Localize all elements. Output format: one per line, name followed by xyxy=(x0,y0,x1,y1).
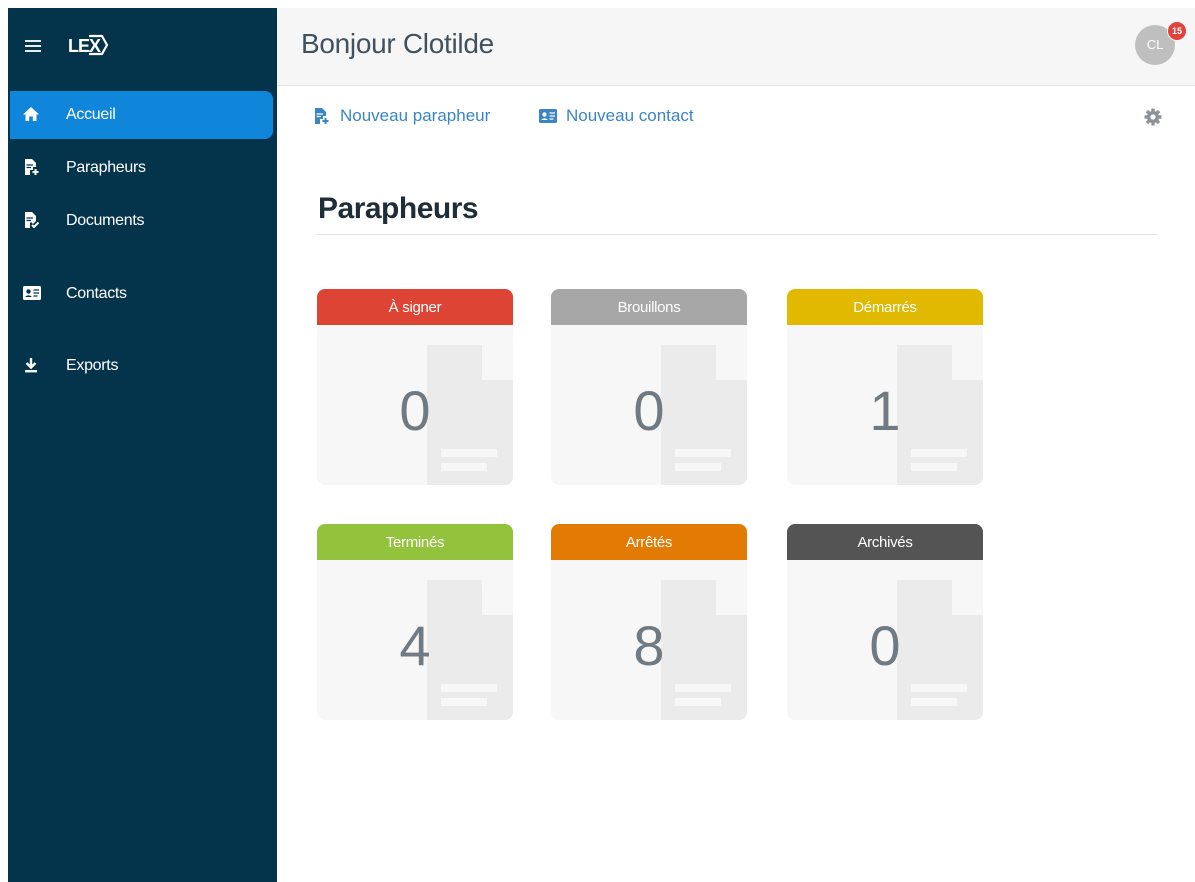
contact-card-icon xyxy=(23,286,41,300)
sidebar-item-label: Documents xyxy=(66,212,145,229)
sidebar-item-label: Exports xyxy=(66,357,119,374)
section-divider xyxy=(317,234,1157,235)
home-icon xyxy=(23,107,39,121)
app-page: LEX Accueil Parapheurs Documents Contact… xyxy=(0,0,1195,882)
card-header: Terminés xyxy=(317,524,513,560)
card-count: 0 xyxy=(869,614,901,677)
card-header: Démarrés xyxy=(787,289,983,325)
lex-logo[interactable]: LEX xyxy=(66,31,126,61)
settings-gear-icon[interactable] xyxy=(1143,107,1163,127)
file-add-icon xyxy=(315,108,329,124)
status-card-archives[interactable]: Archivés 0 xyxy=(787,524,983,720)
status-card-termines[interactable]: Terminés 4 xyxy=(317,524,513,720)
file-check-icon xyxy=(25,212,40,229)
status-card-brouillons[interactable]: Brouillons 0 xyxy=(551,289,747,485)
sidebar-item-accueil[interactable]: Accueil xyxy=(10,91,273,139)
greeting-title: Bonjour Clotilde xyxy=(301,28,494,59)
card-count: 4 xyxy=(399,614,431,677)
sidebar-item-exports[interactable]: Exports xyxy=(8,342,274,390)
sidebar-item-parapheurs[interactable]: Parapheurs xyxy=(8,144,274,192)
card-header: Archivés xyxy=(787,524,983,560)
toolbar: Nouveau parapheur Nouveau contact xyxy=(277,86,1195,146)
status-card-arretes[interactable]: Arrêtés 8 xyxy=(551,524,747,720)
status-card-demarres[interactable]: Démarrés 1 xyxy=(787,289,983,485)
notification-badge[interactable]: 15 xyxy=(1167,21,1187,41)
card-count: 8 xyxy=(633,614,665,677)
section-title: Parapheurs xyxy=(318,192,479,225)
sidebar-item-documents[interactable]: Documents xyxy=(8,197,274,245)
sidebar-item-label: Contacts xyxy=(66,285,127,302)
card-count: 1 xyxy=(869,379,901,442)
top-header: Bonjour Clotilde CL 15 xyxy=(277,8,1195,86)
brand-bar: LEX xyxy=(8,8,277,84)
card-count: 0 xyxy=(633,379,665,442)
hamburger-menu-icon[interactable] xyxy=(25,39,41,53)
card-header: Brouillons xyxy=(551,289,747,325)
sidebar-item-label: Accueil xyxy=(66,106,116,123)
status-card-a-signer[interactable]: À signer 0 xyxy=(317,289,513,485)
sidebar: LEX Accueil Parapheurs Documents Contact… xyxy=(8,8,277,882)
card-header: Arrêtés xyxy=(551,524,747,560)
contact-card-icon xyxy=(539,109,557,123)
new-parapheur-label: Nouveau parapheur xyxy=(340,106,491,125)
download-icon xyxy=(25,358,37,373)
sidebar-item-label: Parapheurs xyxy=(66,159,146,176)
new-contact-label: Nouveau contact xyxy=(566,106,694,125)
sidebar-item-contacts[interactable]: Contacts xyxy=(8,270,274,318)
card-count: 0 xyxy=(399,379,431,442)
card-header: À signer xyxy=(317,289,513,325)
file-add-icon xyxy=(25,159,39,175)
